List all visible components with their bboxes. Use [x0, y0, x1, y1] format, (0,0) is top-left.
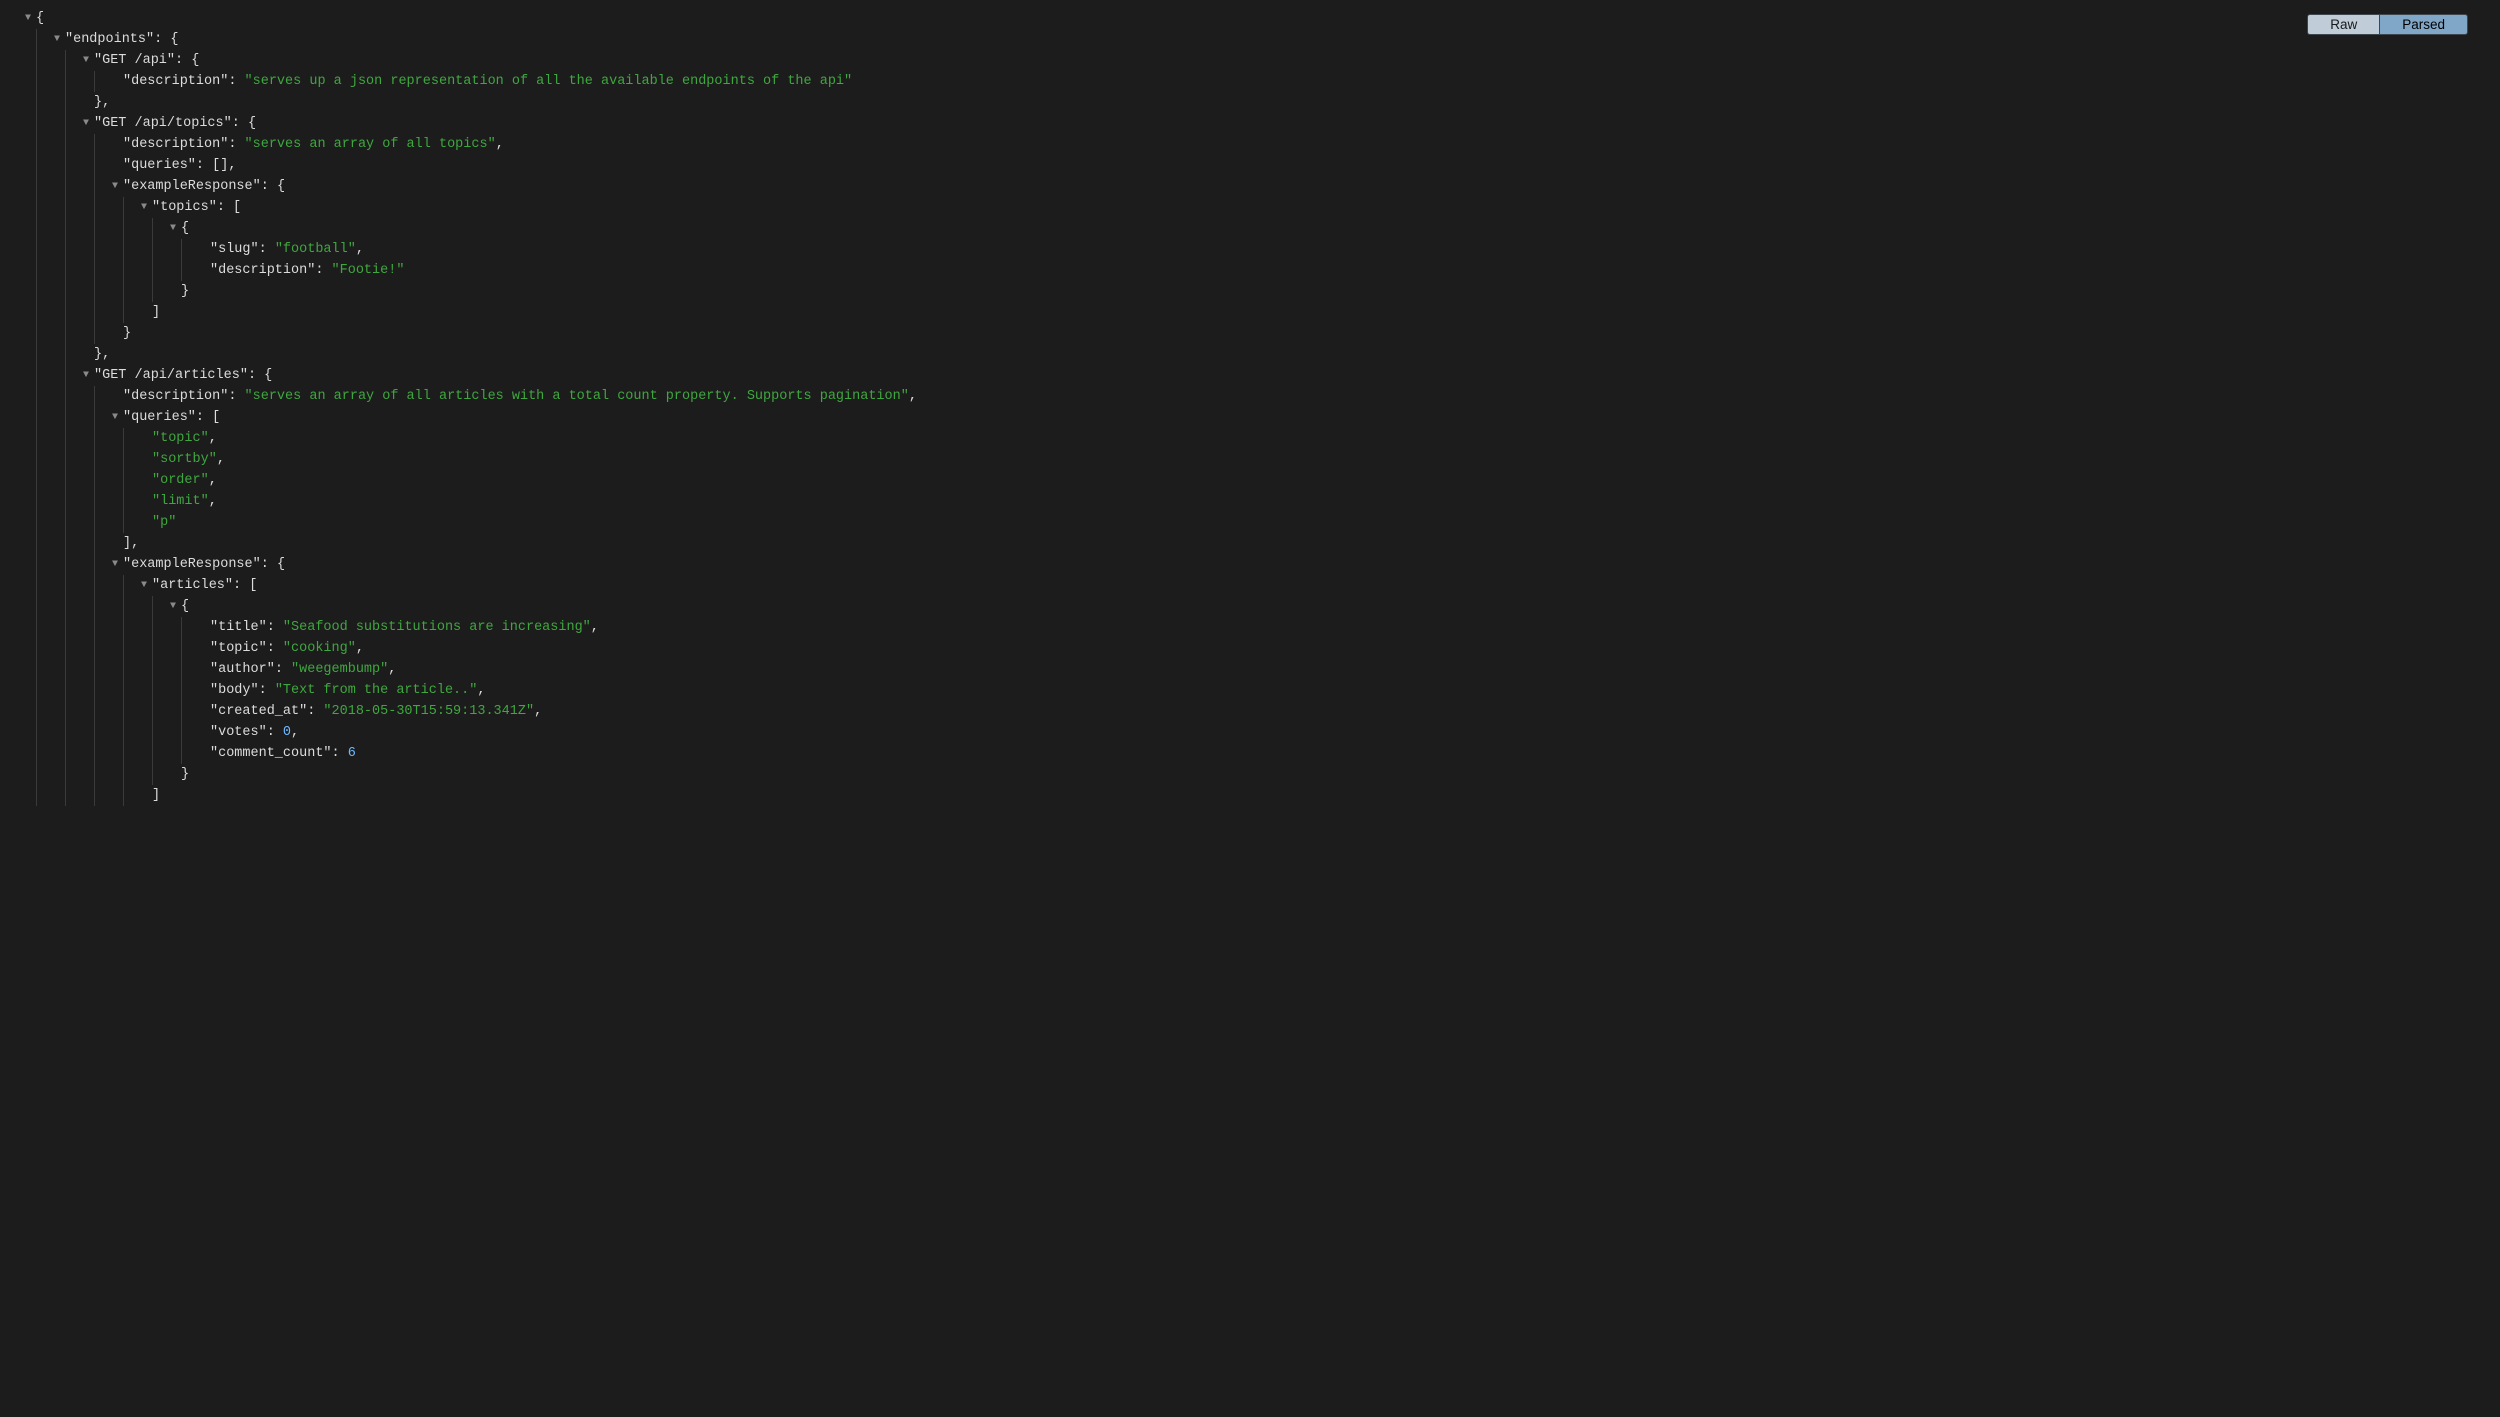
- tree-leaf: "sortby",: [123, 449, 2500, 470]
- json-string: "order": [152, 473, 209, 488]
- json-string: "cooking": [283, 641, 356, 656]
- tree-node-get-articles[interactable]: "GET /api/articles": { "description": "s…: [65, 365, 2500, 806]
- json-viewer: Raw Parsed { "endpoints": { "GET /api": …: [0, 0, 2500, 826]
- tree-node-endpoints[interactable]: "endpoints": { "GET /api": { "descriptio…: [36, 29, 2500, 806]
- json-key: "description": [210, 263, 315, 278]
- raw-button[interactable]: Raw: [2307, 14, 2379, 35]
- json-string: "Footie!": [332, 263, 405, 278]
- json-key: "description": [123, 137, 228, 152]
- json-key: "exampleResponse": [123, 179, 261, 194]
- tree-node-articles[interactable]: "articles": [ { "title": "Seafood substi…: [123, 575, 2500, 806]
- chevron-down-icon[interactable]: [138, 575, 150, 596]
- json-key: "GET /api/articles": [94, 368, 248, 383]
- tree-leaf: "description": "serves an array of all a…: [94, 386, 2500, 407]
- chevron-down-icon[interactable]: [51, 29, 63, 50]
- tree-leaf: "author": "weegembump",: [181, 659, 2500, 680]
- tree-leaf: "topic": "cooking",: [181, 638, 2500, 659]
- json-string: "Seafood substitutions are increasing": [283, 620, 591, 635]
- json-key: "author": [210, 662, 275, 677]
- json-key: "description": [123, 389, 228, 404]
- json-string: "topic": [152, 431, 209, 446]
- tree-node-example-response[interactable]: "exampleResponse": { "articles": [ { "ti…: [94, 554, 2500, 806]
- chevron-down-icon[interactable]: [138, 197, 150, 218]
- json-key: "queries": [123, 158, 196, 173]
- tree-leaf: "limit",: [123, 491, 2500, 512]
- tree-leaf: "created_at": "2018-05-30T15:59:13.341Z"…: [181, 701, 2500, 722]
- tree-node-example-response[interactable]: "exampleResponse": { "topics": [ { "slug…: [94, 176, 2500, 344]
- json-string: "serves an array of all articles with a …: [245, 389, 909, 404]
- tree-leaf: "topic",: [123, 428, 2500, 449]
- json-key: "topics": [152, 200, 217, 215]
- json-string: "2018-05-30T15:59:13.341Z": [323, 704, 534, 719]
- json-string: "p": [152, 515, 176, 530]
- chevron-down-icon[interactable]: [167, 218, 179, 239]
- tree-node-root[interactable]: { "endpoints": { "GET /api": { "descript…: [8, 8, 2500, 806]
- json-key: "GET /api": [94, 53, 175, 68]
- tree-leaf: "slug": "football",: [181, 239, 2500, 260]
- chevron-down-icon[interactable]: [109, 176, 121, 197]
- tree-node-queries[interactable]: "queries": [ "topic", "sortby", "order",…: [94, 407, 2500, 554]
- tree-node-get-api[interactable]: "GET /api": { "description": "serves up …: [65, 50, 2500, 113]
- tree-node-object[interactable]: { "slug": "football", "description": "Fo…: [152, 218, 2500, 302]
- json-key: "comment_count": [210, 746, 332, 761]
- tree-leaf: "queries": [],: [94, 155, 2500, 176]
- tree-leaf: "order",: [123, 470, 2500, 491]
- json-key: "votes": [210, 725, 267, 740]
- json-key: "description": [123, 74, 228, 89]
- json-string: "Text from the article..": [275, 683, 478, 698]
- json-string: "limit": [152, 494, 209, 509]
- tree-leaf: "description": "serves up a json represe…: [94, 71, 2500, 92]
- tree-node-get-topics[interactable]: "GET /api/topics": { "description": "ser…: [65, 113, 2500, 365]
- json-key: "queries": [123, 410, 196, 425]
- json-key: "endpoints": [65, 32, 154, 47]
- tree-leaf: "votes": 0,: [181, 722, 2500, 743]
- json-string: "sortby": [152, 452, 217, 467]
- view-mode-toggle: Raw Parsed: [2307, 14, 2468, 35]
- chevron-down-icon[interactable]: [167, 596, 179, 617]
- json-string: "football": [275, 242, 356, 257]
- chevron-down-icon[interactable]: [22, 8, 34, 29]
- tree-leaf: "description": "serves an array of all t…: [94, 134, 2500, 155]
- chevron-down-icon[interactable]: [80, 365, 92, 386]
- json-number: 0: [283, 725, 291, 740]
- chevron-down-icon[interactable]: [80, 113, 92, 134]
- json-key: "body": [210, 683, 259, 698]
- chevron-down-icon[interactable]: [80, 50, 92, 71]
- json-string: "weegembump": [291, 662, 388, 677]
- json-key: "slug": [210, 242, 259, 257]
- tree-leaf: "comment_count": 6: [181, 743, 2500, 764]
- json-key: "topic": [210, 641, 267, 656]
- json-key: "exampleResponse": [123, 557, 261, 572]
- chevron-down-icon[interactable]: [109, 554, 121, 575]
- json-key: "title": [210, 620, 267, 635]
- json-string: "serves up a json representation of all …: [245, 74, 853, 89]
- json-key: "articles": [152, 578, 233, 593]
- tree-node-topics[interactable]: "topics": [ { "slug": "football", "descr…: [123, 197, 2500, 323]
- json-number: 6: [348, 746, 356, 761]
- json-key: "GET /api/topics": [94, 116, 232, 131]
- parsed-button[interactable]: Parsed: [2379, 14, 2468, 35]
- json-empty-array: []: [212, 158, 228, 173]
- tree-leaf: "title": "Seafood substitutions are incr…: [181, 617, 2500, 638]
- json-string: "serves an array of all topics": [245, 137, 496, 152]
- tree-leaf: "description": "Footie!": [181, 260, 2500, 281]
- tree-node-object[interactable]: { "title": "Seafood substitutions are in…: [152, 596, 2500, 785]
- tree-leaf: "p": [123, 512, 2500, 533]
- json-key: "created_at": [210, 704, 307, 719]
- chevron-down-icon[interactable]: [109, 407, 121, 428]
- tree-leaf: "body": "Text from the article..",: [181, 680, 2500, 701]
